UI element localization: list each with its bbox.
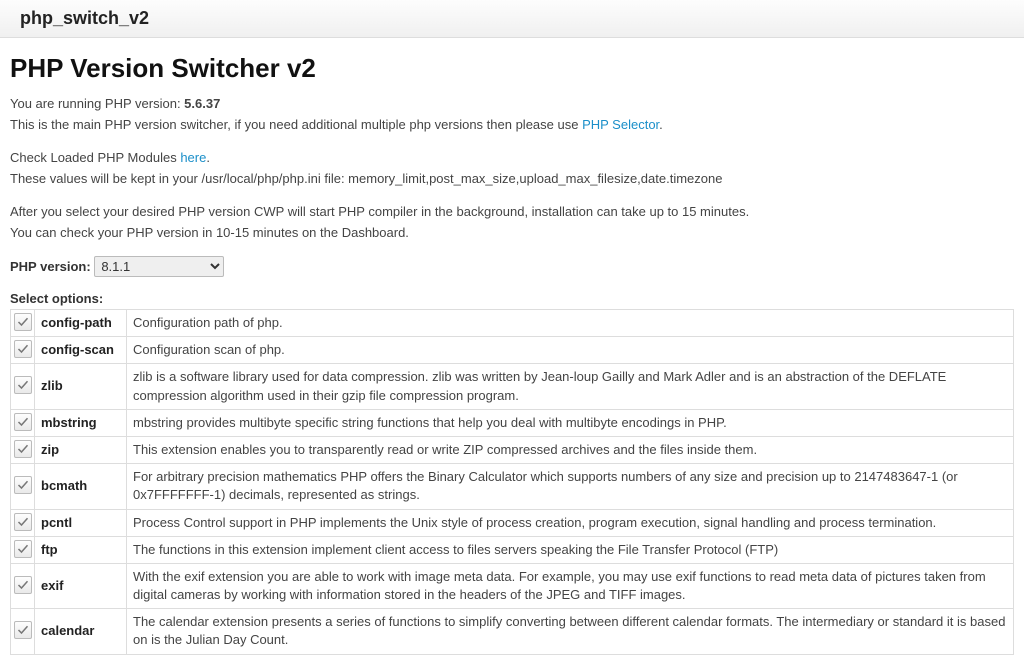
option-desc: Configuration scan of php. [127, 337, 1014, 364]
running-version: 5.6.37 [184, 96, 220, 111]
table-row: ftpThe functions in this extension imple… [11, 536, 1014, 563]
option-name: calendar [35, 609, 127, 654]
options-table: config-pathConfiguration path of php.con… [10, 309, 1014, 655]
running-version-line: You are running PHP version: 5.6.37 [10, 94, 1014, 114]
check-cell [11, 563, 35, 608]
main-switch-line: This is the main PHP version switcher, i… [10, 115, 1014, 135]
option-desc: The calendar extension presents a series… [127, 609, 1014, 654]
check-cell [11, 609, 35, 654]
check-icon [17, 543, 29, 555]
check-cell [11, 310, 35, 337]
period: . [659, 117, 663, 132]
header-bar: php_switch_v2 [0, 0, 1024, 38]
check-icon [17, 624, 29, 636]
option-desc: This extension enables you to transparen… [127, 436, 1014, 463]
option-desc: For arbitrary precision mathematics PHP … [127, 464, 1014, 509]
check-cell [11, 436, 35, 463]
check-cell [11, 536, 35, 563]
table-row: exifWith the exif extension you are able… [11, 563, 1014, 608]
check-modules-line: Check Loaded PHP Modules here. [10, 148, 1014, 168]
content: PHP Version Switcher v2 You are running … [0, 38, 1024, 670]
check-icon [17, 516, 29, 528]
check-cell [11, 337, 35, 364]
table-row: mbstringmbstring provides multibyte spec… [11, 409, 1014, 436]
option-name: bcmath [35, 464, 127, 509]
option-name: zlib [35, 364, 127, 409]
option-name: zip [35, 436, 127, 463]
compiler-note: After you select your desired PHP versio… [10, 202, 1014, 222]
check-version-note: You can check your PHP version in 10-15 … [10, 223, 1014, 243]
check-icon [17, 579, 29, 591]
page-title: PHP Version Switcher v2 [10, 53, 1014, 84]
php-version-row: PHP version: 8.1.1 [10, 256, 1014, 277]
option-name: config-scan [35, 337, 127, 364]
check-icon [17, 343, 29, 355]
table-row: bcmathFor arbitrary precision mathematic… [11, 464, 1014, 509]
option-desc: The functions in this extension implemen… [127, 536, 1014, 563]
option-name: exif [35, 563, 127, 608]
option-toggle-zlib[interactable] [14, 376, 32, 394]
option-toggle-mbstring[interactable] [14, 413, 32, 431]
option-name: mbstring [35, 409, 127, 436]
running-prefix: You are running PHP version: [10, 96, 184, 111]
option-toggle-config-scan[interactable] [14, 340, 32, 358]
php-version-select[interactable]: 8.1.1 [94, 256, 224, 277]
option-toggle-exif[interactable] [14, 576, 32, 594]
select-options-label: Select options: [10, 291, 1014, 306]
option-toggle-zip[interactable] [14, 440, 32, 458]
check-icon [17, 316, 29, 328]
header-title: php_switch_v2 [20, 8, 1004, 29]
check-cell [11, 409, 35, 436]
table-row: zlibzlib is a software library used for … [11, 364, 1014, 409]
check-icon [17, 416, 29, 428]
option-desc: Process Control support in PHP implement… [127, 509, 1014, 536]
php-version-label: PHP version: [10, 259, 91, 274]
option-toggle-ftp[interactable] [14, 540, 32, 558]
check-cell [11, 364, 35, 409]
check-modules-link[interactable]: here [180, 150, 206, 165]
option-name: pcntl [35, 509, 127, 536]
option-toggle-calendar[interactable] [14, 621, 32, 639]
php-selector-link[interactable]: PHP Selector [582, 117, 659, 132]
check-cell [11, 464, 35, 509]
option-toggle-config-path[interactable] [14, 313, 32, 331]
check-icon [17, 379, 29, 391]
table-row: config-scanConfiguration scan of php. [11, 337, 1014, 364]
period2: . [206, 150, 210, 165]
option-desc: zlib is a software library used for data… [127, 364, 1014, 409]
option-toggle-bcmath[interactable] [14, 476, 32, 494]
intro: You are running PHP version: 5.6.37 This… [10, 94, 1014, 242]
option-desc: Configuration path of php. [127, 310, 1014, 337]
kept-values-line: These values will be kept in your /usr/l… [10, 169, 1014, 189]
option-desc: With the exif extension you are able to … [127, 563, 1014, 608]
check-icon [17, 479, 29, 491]
option-toggle-pcntl[interactable] [14, 513, 32, 531]
table-row: config-pathConfiguration path of php. [11, 310, 1014, 337]
table-row: pcntlProcess Control support in PHP impl… [11, 509, 1014, 536]
table-row: zipThis extension enables you to transpa… [11, 436, 1014, 463]
option-name: config-path [35, 310, 127, 337]
main-switch-text: This is the main PHP version switcher, i… [10, 117, 582, 132]
check-cell [11, 509, 35, 536]
check-modules-prefix: Check Loaded PHP Modules [10, 150, 180, 165]
table-row: calendarThe calendar extension presents … [11, 609, 1014, 654]
check-icon [17, 443, 29, 455]
option-name: ftp [35, 536, 127, 563]
option-desc: mbstring provides multibyte specific str… [127, 409, 1014, 436]
